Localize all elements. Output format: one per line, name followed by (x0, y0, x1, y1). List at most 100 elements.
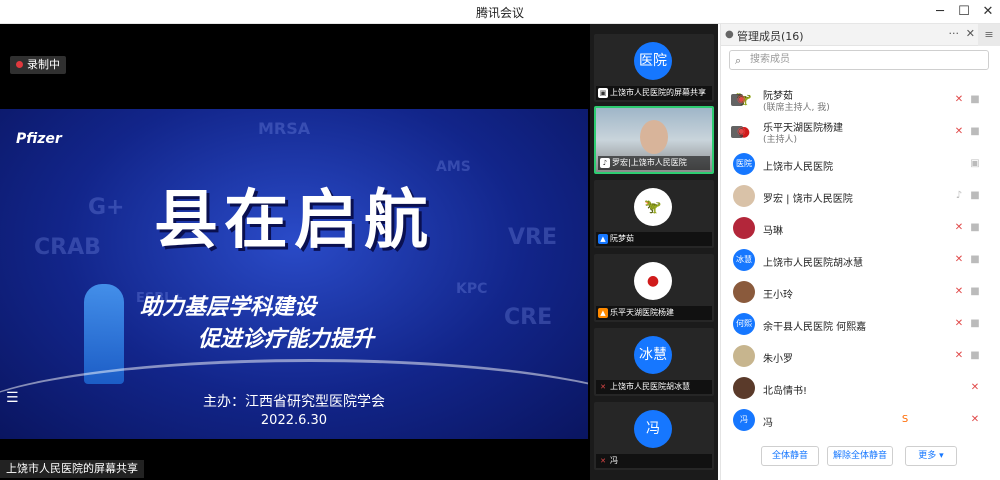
mute-all-button[interactable]: 全体静音 (761, 446, 819, 466)
member-avatar-photo (733, 217, 755, 239)
member-avatar-photo (733, 345, 755, 367)
shared-slide: Pfizer MRSA AMS G+ CRAB VRE ESBL+ KPC CR… (0, 109, 588, 439)
recording-indicator[interactable]: 录制中 (10, 56, 66, 74)
member-role: (主持人) (763, 135, 798, 145)
mic-muted-icon[interactable]: ✕ (953, 94, 965, 106)
mic-muted-icon[interactable]: ✕ (969, 414, 981, 426)
thumbnail-tile[interactable]: 冯 ✕ 冯 (594, 402, 714, 470)
close-icon[interactable]: ✕ (978, 2, 998, 22)
member-name: 上饶市人民医院胡冰慧 (763, 258, 863, 269)
more-button[interactable]: 更多 ▾ (905, 446, 957, 466)
member-name: 北岛情书! (763, 386, 808, 397)
mic-muted-icon[interactable]: ✕ (953, 254, 965, 266)
search-placeholder: 搜索成员 (750, 54, 790, 65)
member-row[interactable]: 何熙 余干县人民医院 何熙嘉 ✕ ■ (721, 308, 991, 340)
member-name: 罗宏 | 饶市人民医院 (763, 194, 853, 205)
member-avatar: 冰慧 (733, 249, 755, 271)
mic-muted-icon[interactable]: ✕ (969, 382, 981, 394)
participant-face (640, 120, 668, 154)
member-row[interactable]: ● 乐平天湖医院杨建 (主持人) ◉ ✕ ■ (721, 116, 991, 148)
screen-share-icon: ▣ (598, 88, 608, 98)
member-row[interactable]: 朱小罗 ✕ ■ (721, 340, 991, 372)
member-avatar-photo (733, 281, 755, 303)
mic-muted-icon: ✕ (600, 457, 606, 465)
member-row[interactable]: 🦖 阮梦茹 (联席主持人, 我) ◉ ✕ ■ (721, 84, 991, 116)
mic-muted-icon[interactable]: ✕ (953, 286, 965, 298)
thumbnail-tile[interactable]: 🦖 ▲ 阮梦茹 (594, 180, 714, 248)
member-row[interactable]: 罗宏 | 饶市人民医院 ♪ ■ (721, 180, 991, 212)
thumbnail-caption: 罗宏|上饶市人民医院 (612, 158, 687, 167)
user-icon: ● (725, 29, 734, 40)
unmute-all-button[interactable]: 解除全体静音 (827, 446, 893, 466)
title-bar: 腾讯会议 ─ ☐ ✕ (0, 0, 1000, 24)
member-name: 马琳 (763, 226, 783, 237)
thumbnail-tile[interactable]: 冰慧 ✕ 上饶市人民医院胡冰慧 (594, 328, 714, 396)
member-row[interactable]: 马琳 ✕ ■ (721, 212, 991, 244)
member-search-input[interactable]: ⌕ 搜索成员 (729, 50, 989, 70)
window-title: 腾讯会议 (475, 6, 524, 20)
mic-muted-icon[interactable]: ✕ (953, 350, 965, 362)
member-row[interactable]: 王小玲 ✕ ■ (721, 276, 991, 308)
maximize-icon[interactable]: ☐ (954, 2, 974, 22)
thumbnail-caption: 上饶市人民医院的屏幕共享 (610, 88, 706, 97)
slide-title: 县在启航 (154, 184, 434, 258)
thumbnail-avatar: 冯 (634, 410, 672, 448)
member-row[interactable]: 北岛情书! ✕ (721, 372, 991, 404)
camera-off-icon[interactable]: ■ (969, 254, 981, 266)
panel-header: ● 管理成员(16) ··· ✕ (721, 24, 979, 46)
thumbnail-tile-active[interactable]: ♪ 罗宏|上饶市人民医院 (594, 106, 714, 174)
member-row[interactable]: 冯 冯 S ✕ (721, 404, 991, 436)
panel-footer: 全体静音 解除全体静音 更多 ▾ (721, 444, 1000, 480)
recording-icon[interactable]: ◉ (731, 94, 746, 106)
member-row[interactable]: 冰慧 上饶市人民医院胡冰慧 ✕ ■ (721, 244, 991, 276)
dinosaur-avatar-icon: 🦖 (634, 188, 672, 226)
camera-off-icon[interactable]: ■ (969, 190, 981, 202)
panel-menu-icon[interactable]: ≡ (978, 24, 1000, 46)
member-role: (联席主持人, 我) (763, 103, 830, 113)
slide-bg-word: KPC (456, 281, 488, 297)
camera-off-icon[interactable]: ■ (969, 286, 981, 298)
slide-subtitle-2: 促进诊疗能力提升 (198, 327, 375, 352)
member-avatar: 何熙 (733, 313, 755, 335)
member-avatar-photo (733, 377, 755, 399)
member-name: 朱小罗 (763, 354, 793, 365)
member-name: 余干县人民医院 何熙嘉 (763, 322, 867, 333)
record-dot-icon (16, 61, 23, 68)
camera-off-icon[interactable]: ■ (969, 222, 981, 234)
recording-icon[interactable]: ◉ (731, 126, 746, 138)
camera-off-icon[interactable]: ■ (969, 126, 981, 138)
mic-icon[interactable]: ♪ (953, 190, 965, 202)
thumbnail-caption: 上饶市人民医院胡冰慧 (610, 382, 690, 391)
thumbnail-avatar: 医院 (634, 42, 672, 80)
mic-muted-icon[interactable]: ✕ (953, 222, 965, 234)
mic-icon: ♪ (600, 158, 610, 168)
heart-avatar-icon: ● (634, 262, 672, 300)
members-panel: ● 管理成员(16) ··· ✕ ≡ ⌕ 搜索成员 🦖 阮梦茹 (联席主持人, 我… (720, 24, 1000, 480)
camera-off-icon[interactable]: ■ (969, 350, 981, 362)
panel-title: 管理成员(16) (737, 30, 804, 43)
list-menu-icon[interactable]: ☰ (6, 390, 26, 408)
camera-off-icon[interactable]: ■ (969, 318, 981, 330)
close-panel-icon[interactable]: ✕ (966, 27, 975, 40)
member-row[interactable]: 医院 上饶市人民医院 ▣ (721, 148, 991, 180)
screen-share-label: 上饶市人民医院的屏幕共享 (0, 460, 144, 478)
member-name: 王小玲 (763, 290, 793, 301)
more-options-icon[interactable]: ··· (949, 27, 960, 40)
thumbnail-tile[interactable]: ● ▲ 乐平天湖医院杨建 (594, 254, 714, 322)
user-icon: ▲ (598, 308, 608, 318)
app-badge-icon: S (901, 414, 909, 425)
screen-share-icon[interactable]: ▣ (969, 158, 981, 170)
thumbnail-tile[interactable]: 医院 ▣ 上饶市人民医院的屏幕共享 (594, 34, 714, 102)
thumbnail-avatar: 冰慧 (634, 336, 672, 374)
mic-muted-icon[interactable]: ✕ (953, 126, 965, 138)
member-avatar: 冯 (733, 409, 755, 431)
mic-muted-icon: ✕ (600, 383, 606, 391)
member-name: 冯 (763, 418, 773, 429)
camera-off-icon[interactable]: ■ (969, 94, 981, 106)
mic-muted-icon[interactable]: ✕ (953, 318, 965, 330)
slide-date: 2022.6.30 (260, 413, 328, 428)
slide-logo: Pfizer (16, 131, 62, 147)
member-name: 上饶市人民医院 (763, 162, 833, 173)
slide-bg-word: MRSA (258, 119, 311, 138)
minimize-icon[interactable]: ─ (930, 2, 950, 22)
